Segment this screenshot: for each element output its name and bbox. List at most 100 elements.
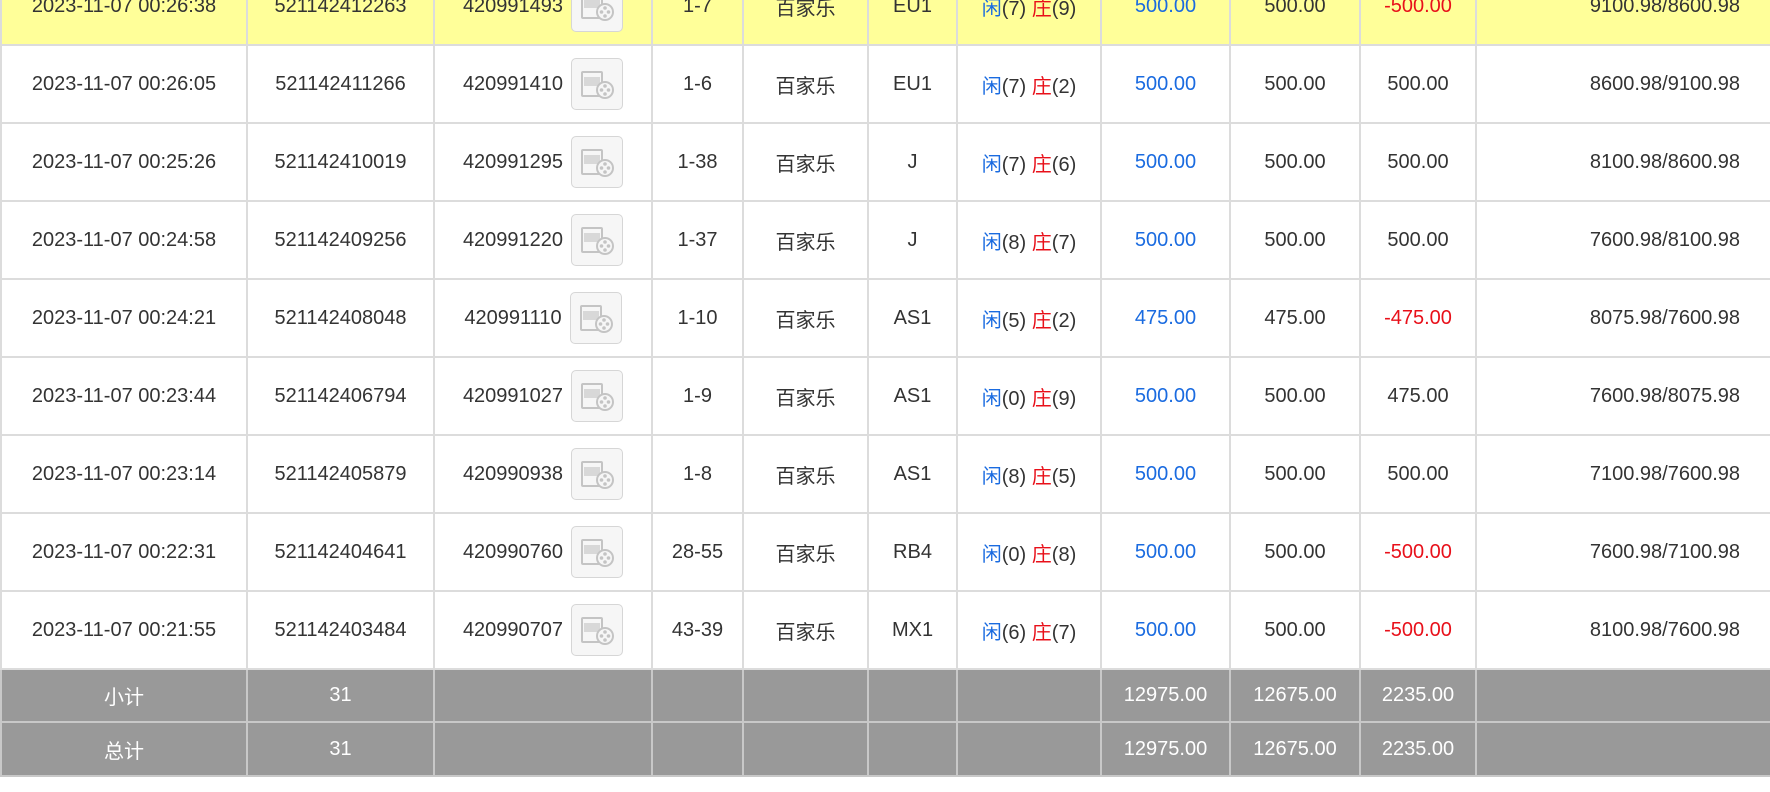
player-score: (5) (1001, 309, 1027, 332)
bet-id: 521142405879 (246, 434, 435, 514)
win-loss: 500.00 (1359, 434, 1477, 514)
replay-video-button[interactable] (571, 370, 624, 422)
round-cell: 420990938 (433, 434, 653, 514)
empty-cell (433, 668, 653, 723)
balance-change: 9100.98/8600.98 (1475, 0, 1770, 46)
bet-id: 521142412263 (246, 0, 435, 46)
result-cell: 闲(0) 庄(9) (956, 356, 1102, 436)
summary-bet: 12975.00 (1100, 668, 1231, 723)
replay-video-button[interactable] (569, 292, 622, 344)
player-label: 闲 (981, 621, 1002, 644)
win-loss: 500.00 (1359, 44, 1477, 124)
game-type: 百家乐 (742, 590, 869, 670)
table-code: J (867, 122, 958, 202)
table-row: 2023-11-07 00:23:14 521142405879 420990938… (0, 434, 1770, 514)
game-type: 百家乐 (742, 512, 869, 592)
summary-valid: 12675.00 (1229, 721, 1361, 777)
result-cell: 闲(7) 庄(6) (956, 122, 1102, 202)
shoe-number: 1-37 (651, 200, 744, 280)
result-cell: 闲(8) 庄(5) (956, 434, 1102, 514)
player-label: 闲 (981, 75, 1002, 98)
valid-bet: 500.00 (1229, 200, 1361, 280)
round-id: 420991220 (462, 228, 564, 251)
summary-valid: 12675.00 (1229, 668, 1361, 723)
empty-cell (867, 721, 958, 777)
bet-id: 521142406794 (246, 356, 435, 436)
summary-label: 小计 (0, 668, 248, 723)
table-row: 2023-11-07 00:25:26 521142410019 420991295… (0, 122, 1770, 202)
banker-label: 庄 (1031, 621, 1052, 644)
empty-cell (651, 721, 744, 777)
replay-video-button[interactable] (571, 448, 624, 500)
bet-time: 2023-11-07 00:24:58 (0, 200, 248, 280)
bet-amount: 500.00 (1100, 356, 1231, 436)
player-score: (7) (1001, 153, 1027, 176)
bet-amount: 500.00 (1100, 434, 1231, 514)
bet-time: 2023-11-07 00:25:26 (0, 122, 248, 202)
win-loss: -500.00 (1359, 0, 1477, 46)
bet-time: 2023-11-07 00:26:38 (0, 0, 248, 46)
valid-bet: 500.00 (1229, 44, 1361, 124)
table-code: EU1 (867, 0, 958, 46)
bet-id: 521142403484 (246, 590, 435, 670)
replay-video-button[interactable] (571, 136, 624, 188)
bet-time: 2023-11-07 00:23:44 (0, 356, 248, 436)
shoe-number: 1-9 (651, 356, 744, 436)
bet-time: 2023-11-07 00:24:21 (0, 278, 248, 358)
summary-count: 31 (246, 668, 435, 723)
bet-time: 2023-11-07 00:22:31 (0, 512, 248, 592)
player-score: (6) (1001, 621, 1027, 644)
player-label: 闲 (981, 231, 1002, 254)
round-cell: 420990707 (433, 590, 653, 670)
empty-cell (1475, 668, 1770, 723)
table-code: AS1 (867, 434, 958, 514)
round-cell: 420991493 (433, 0, 653, 46)
banker-label: 庄 (1031, 543, 1052, 566)
balance-change: 8075.98/7600.98 (1475, 278, 1770, 358)
round-id: 420990760 (462, 540, 564, 563)
player-label: 闲 (981, 387, 1002, 410)
banker-score: (2) (1051, 75, 1077, 98)
round-id: 420991295 (462, 150, 564, 173)
total-row: 总计 31 12975.00 12675.00 2235.00 (0, 721, 1770, 777)
shoe-number: 1-7 (651, 0, 744, 46)
film-reel-icon (581, 539, 615, 567)
shoe-number: 28-55 (651, 512, 744, 592)
player-score: (0) (1001, 387, 1027, 410)
valid-bet: 500.00 (1229, 0, 1361, 46)
round-cell: 420991220 (433, 200, 653, 280)
bet-amount: 500.00 (1100, 512, 1231, 592)
replay-video-button[interactable] (571, 58, 624, 110)
bet-amount: 500.00 (1100, 122, 1231, 202)
replay-video-button[interactable] (571, 604, 624, 656)
game-type: 百家乐 (742, 434, 869, 514)
win-loss: -475.00 (1359, 278, 1477, 358)
table-row: 2023-11-07 00:24:58 521142409256 420991220… (0, 200, 1770, 280)
shoe-number: 1-8 (651, 434, 744, 514)
replay-video-button[interactable] (571, 526, 624, 578)
bet-amount: 500.00 (1100, 44, 1231, 124)
player-label: 闲 (981, 0, 1002, 20)
empty-cell (433, 721, 653, 777)
banker-label: 庄 (1031, 231, 1052, 254)
film-reel-icon (579, 305, 613, 333)
bet-records-view: 2023-11-07 00:26:38 521142412263 420991493… (0, 0, 1770, 792)
balance-change: 8600.98/9100.98 (1475, 44, 1770, 124)
table-code: AS1 (867, 278, 958, 358)
table-row: 2023-11-07 00:26:05 521142411266 420991410… (0, 44, 1770, 124)
balance-change: 7100.98/7600.98 (1475, 434, 1770, 514)
summary-label: 总计 (0, 721, 248, 777)
banker-score: (7) (1051, 621, 1077, 644)
subtotal-row: 小计 31 12975.00 12675.00 2235.00 (0, 668, 1770, 723)
replay-video-button[interactable] (571, 0, 624, 32)
summary-count: 31 (246, 721, 435, 777)
banker-score: (5) (1051, 465, 1077, 488)
result-cell: 闲(8) 庄(7) (956, 200, 1102, 280)
round-cell: 420990760 (433, 512, 653, 592)
shoe-number: 1-6 (651, 44, 744, 124)
replay-video-button[interactable] (571, 214, 624, 266)
banker-label: 庄 (1031, 153, 1052, 176)
round-id: 420990707 (462, 618, 564, 641)
valid-bet: 500.00 (1229, 590, 1361, 670)
film-reel-icon (581, 617, 615, 645)
